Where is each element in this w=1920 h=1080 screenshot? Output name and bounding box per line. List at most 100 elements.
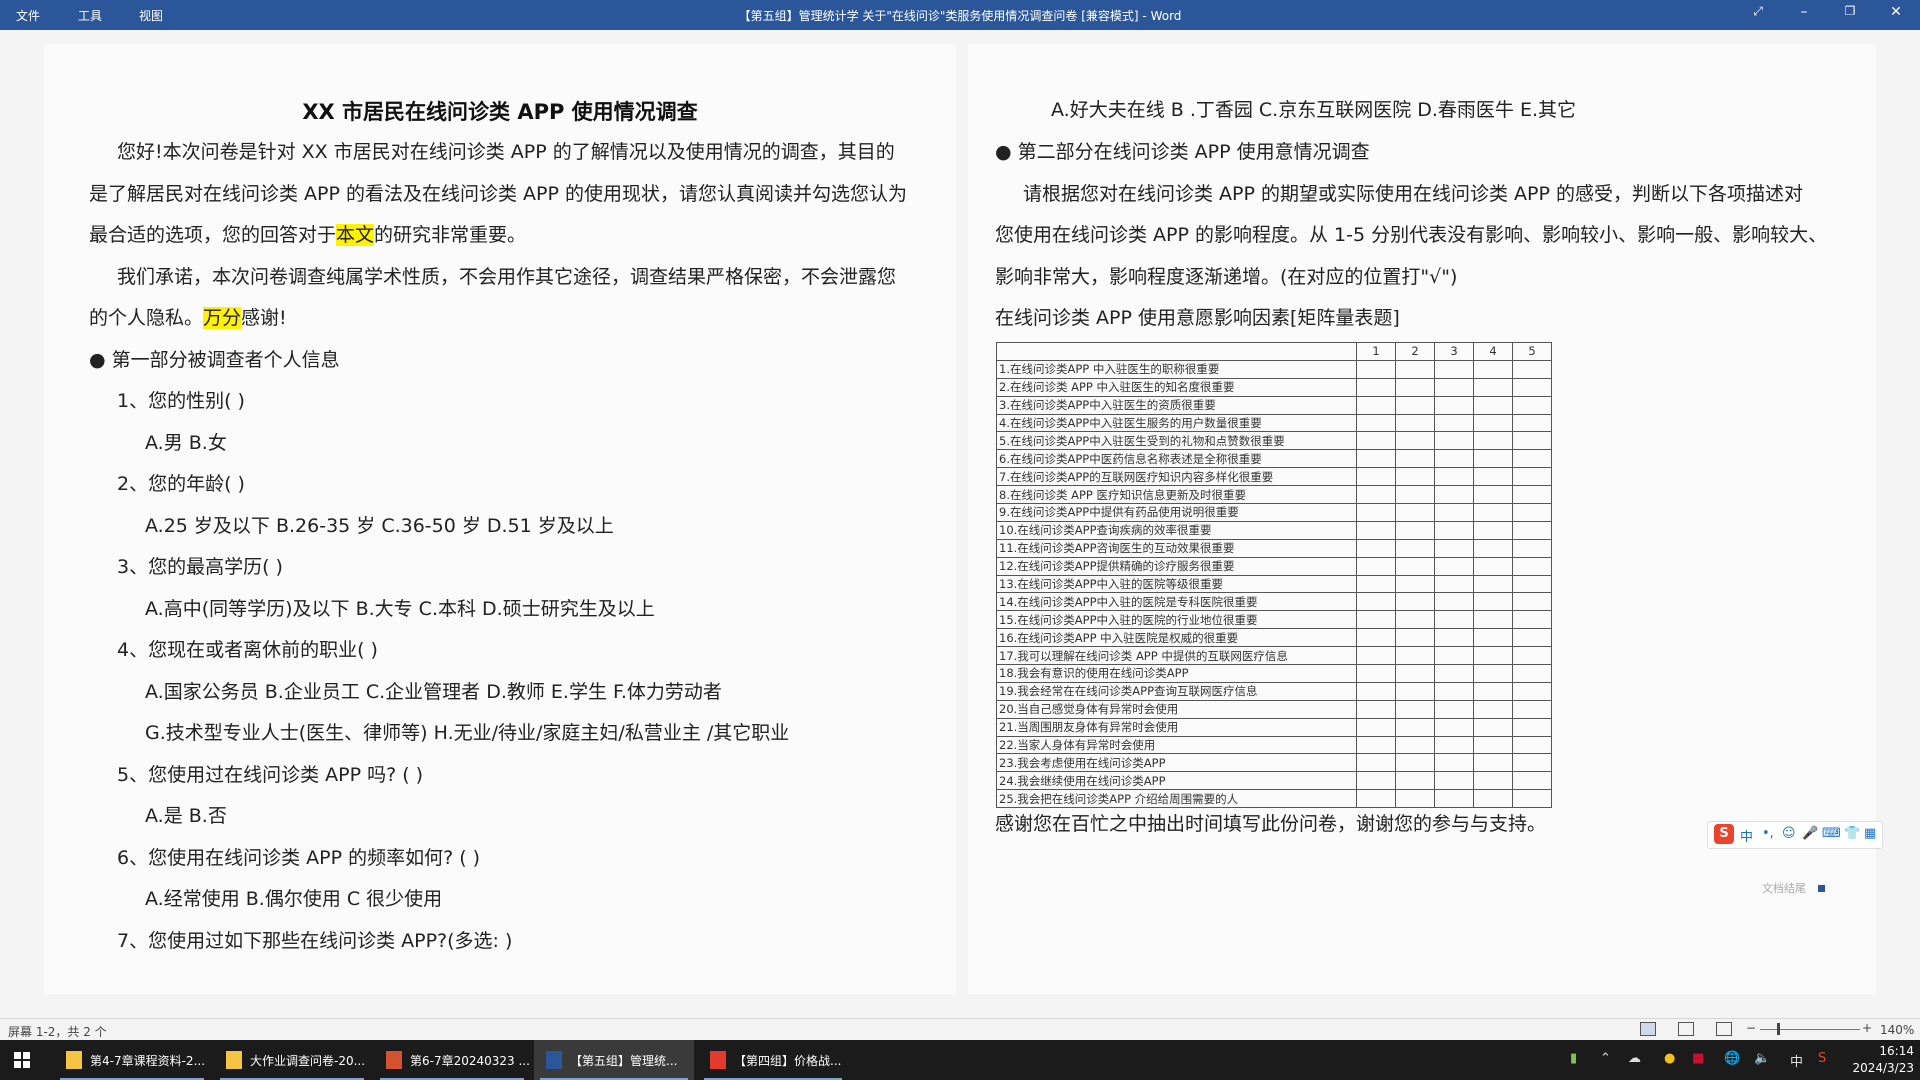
rating-cell[interactable] — [1395, 699, 1435, 719]
rating-cell[interactable] — [1434, 520, 1474, 540]
antivirus-icon[interactable]: ■ — [1692, 1051, 1704, 1066]
rating-cell[interactable] — [1395, 592, 1435, 612]
rating-cell[interactable] — [1356, 699, 1396, 719]
rating-cell[interactable] — [1395, 771, 1435, 791]
rating-cell[interactable] — [1356, 592, 1396, 612]
show-hidden-icons-icon[interactable]: ⌃ — [1600, 1051, 1611, 1066]
toolbox-icon[interactable]: ▦ — [1864, 826, 1876, 841]
rating-cell[interactable] — [1473, 413, 1513, 433]
rating-cell[interactable] — [1434, 413, 1474, 433]
rating-cell[interactable] — [1473, 377, 1513, 397]
rating-cell[interactable] — [1395, 664, 1435, 683]
rating-cell[interactable] — [1512, 646, 1552, 666]
rating-cell[interactable] — [1395, 538, 1435, 558]
rating-cell[interactable] — [1434, 735, 1474, 755]
rating-cell[interactable] — [1512, 628, 1552, 648]
rating-cell[interactable] — [1473, 538, 1513, 558]
rating-cell[interactable] — [1473, 771, 1513, 791]
rating-cell[interactable] — [1434, 699, 1474, 719]
rating-cell[interactable] — [1395, 556, 1435, 576]
rating-cell[interactable] — [1356, 556, 1396, 576]
emoji-icon[interactable]: ☺ — [1782, 826, 1796, 841]
restore-icon[interactable]: ❐ — [1840, 4, 1860, 18]
rating-cell[interactable] — [1473, 431, 1513, 451]
rating-cell[interactable] — [1473, 503, 1513, 522]
rating-cell[interactable] — [1434, 592, 1474, 612]
rating-cell[interactable] — [1434, 467, 1474, 487]
rating-cell[interactable] — [1473, 395, 1513, 415]
sogou-logo-icon[interactable]: S — [1714, 824, 1734, 844]
rating-cell[interactable] — [1434, 717, 1474, 737]
rating-cell[interactable] — [1395, 431, 1435, 451]
rating-cell[interactable] — [1473, 485, 1513, 505]
web-layout-icon[interactable] — [1716, 1022, 1732, 1036]
rating-cell[interactable] — [1356, 628, 1396, 648]
taskbar-item[interactable]: 第6-7章20240323 ... — [374, 1040, 530, 1080]
minimize-icon[interactable]: – — [1794, 4, 1814, 20]
rating-cell[interactable] — [1473, 646, 1513, 666]
page-left[interactable]: XX 市居民在线问诊类 APP 使用情况调查 您好!本次问卷是针对 XX 市居民… — [44, 44, 956, 994]
rating-cell[interactable] — [1434, 359, 1474, 379]
rating-cell[interactable] — [1434, 485, 1474, 505]
rating-cell[interactable] — [1434, 646, 1474, 666]
zoom-slider[interactable] — [1760, 1029, 1860, 1030]
rating-cell[interactable] — [1512, 699, 1552, 719]
rating-cell[interactable] — [1395, 753, 1435, 773]
zoom-out-button[interactable]: − — [1746, 1021, 1756, 1035]
rating-cell[interactable] — [1356, 610, 1396, 630]
rating-cell[interactable] — [1512, 520, 1552, 540]
taskbar-item[interactable]: 【第四组】价格战... — [698, 1040, 848, 1080]
sogou-tray-icon[interactable]: S — [1818, 1051, 1826, 1066]
rating-cell[interactable] — [1434, 449, 1474, 469]
rating-cell[interactable] — [1395, 359, 1435, 379]
rating-cell[interactable] — [1512, 771, 1552, 791]
rating-cell[interactable] — [1434, 610, 1474, 630]
rating-cell[interactable] — [1434, 503, 1474, 522]
rating-cell[interactable] — [1512, 395, 1552, 415]
clock-time[interactable]: 16:14 — [1854, 1044, 1914, 1058]
rating-cell[interactable] — [1434, 628, 1474, 648]
taskbar-item[interactable]: 【第五组】管理统... — [534, 1040, 694, 1080]
rating-cell[interactable] — [1512, 413, 1552, 433]
zoom-level[interactable]: 140% — [1880, 1023, 1914, 1037]
rating-cell[interactable] — [1512, 556, 1552, 576]
close-icon[interactable]: ✕ — [1886, 4, 1906, 20]
rating-cell[interactable] — [1512, 574, 1552, 594]
rating-cell[interactable] — [1356, 753, 1396, 773]
rating-cell[interactable] — [1434, 574, 1474, 594]
print-layout-icon[interactable] — [1678, 1022, 1694, 1036]
rating-cell[interactable] — [1395, 413, 1435, 433]
rating-cell[interactable] — [1395, 485, 1435, 505]
rating-cell[interactable] — [1356, 431, 1396, 451]
rating-cell[interactable] — [1512, 359, 1552, 379]
rating-cell[interactable] — [1395, 377, 1435, 397]
rating-cell[interactable] — [1512, 467, 1552, 487]
rating-cell[interactable] — [1356, 413, 1396, 433]
rating-cell[interactable] — [1356, 664, 1396, 683]
app-tray-icon[interactable]: ● — [1664, 1051, 1675, 1066]
rating-cell[interactable] — [1356, 646, 1396, 666]
rating-cell[interactable] — [1512, 449, 1552, 469]
taskbar-item[interactable]: 大作业调查问卷-20... — [214, 1040, 370, 1080]
rating-cell[interactable] — [1473, 467, 1513, 487]
rating-cell[interactable] — [1473, 699, 1513, 719]
keyboard-icon[interactable]: ⌨ — [1822, 826, 1841, 841]
rating-cell[interactable] — [1434, 556, 1474, 576]
rating-cell[interactable] — [1512, 538, 1552, 558]
rating-cell[interactable] — [1473, 735, 1513, 755]
language-indicator[interactable]: 中 — [1790, 1051, 1803, 1070]
rating-cell[interactable] — [1434, 395, 1474, 415]
rating-cell[interactable] — [1473, 753, 1513, 773]
rating-cell[interactable] — [1512, 503, 1552, 522]
rating-cell[interactable] — [1473, 681, 1513, 701]
rating-cell[interactable] — [1395, 735, 1435, 755]
rating-cell[interactable] — [1473, 520, 1513, 540]
taskbar-item[interactable]: 第4-7章课程资料-2... — [54, 1040, 210, 1080]
rating-cell[interactable] — [1512, 592, 1552, 612]
rating-cell[interactable] — [1395, 628, 1435, 648]
windows-start-icon[interactable] — [14, 1052, 30, 1068]
rating-cell[interactable] — [1473, 717, 1513, 737]
rating-cell[interactable] — [1512, 664, 1552, 683]
rating-cell[interactable] — [1512, 610, 1552, 630]
rating-cell[interactable] — [1356, 395, 1396, 415]
